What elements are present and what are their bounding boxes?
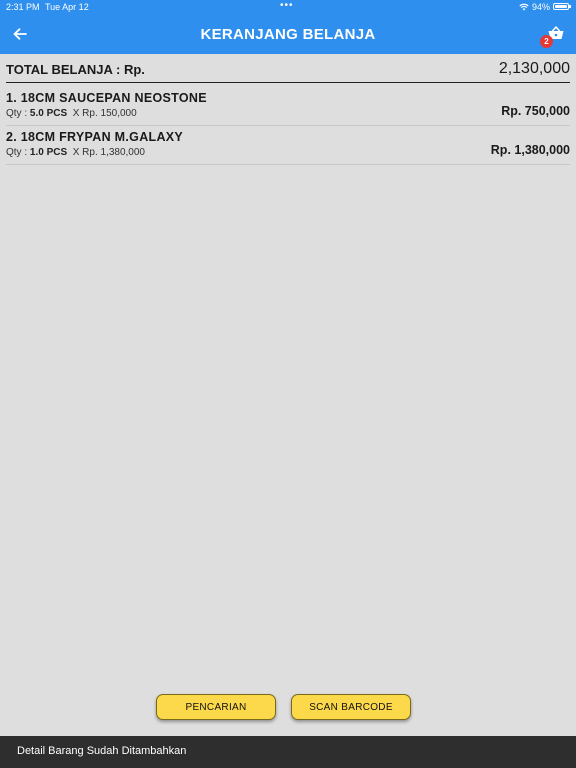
item-qty: Qty : 5.0 PCS X Rp. 150,000 xyxy=(6,108,137,119)
total-value: 2,130,000 xyxy=(498,60,570,77)
cart-item[interactable]: 1. 18CM SAUCEPAN NEOSTONE Qty : 5.0 PCS … xyxy=(6,86,570,126)
page-title: KERANJANG BELANJA xyxy=(200,26,376,43)
cart-count-badge: 2 xyxy=(540,35,553,48)
item-unit-price: X Rp. 1,380,000 xyxy=(72,147,145,158)
status-date: Tue Apr 12 xyxy=(45,2,89,12)
status-bar: 2:31 PM Tue Apr 12 ••• 94% xyxy=(0,0,576,16)
item-subtotal: Rp. 1,380,000 xyxy=(490,143,570,157)
total-row: TOTAL BELANJA : Rp. 2,130,000 xyxy=(6,58,570,83)
wifi-icon xyxy=(519,3,529,11)
snackbar-message: Detail Barang Sudah Ditambahkan xyxy=(17,745,187,757)
item-subtotal: Rp. 750,000 xyxy=(501,104,570,118)
scan-barcode-button[interactable]: SCAN BARCODE xyxy=(291,694,411,720)
item-name: 2. 18CM FRYPAN M.GALAXY xyxy=(6,130,184,144)
total-label: TOTAL BELANJA : Rp. xyxy=(6,62,145,77)
battery-icon xyxy=(553,3,571,10)
item-qty-value: 5.0 PCS xyxy=(29,108,68,119)
battery-percent: 94% xyxy=(532,2,551,12)
status-time: 2:31 PM xyxy=(6,2,40,12)
search-button[interactable]: PENCARIAN xyxy=(156,694,276,720)
snackbar: Detail Barang Sudah Ditambahkan xyxy=(0,736,576,768)
item-qty: Qty : 1.0 PCS X Rp. 1,380,000 xyxy=(6,147,145,158)
app-header: 2:31 PM Tue Apr 12 ••• 94% KERANJANG BEL… xyxy=(0,0,576,54)
multitasking-dots-icon[interactable]: ••• xyxy=(280,0,294,11)
item-name: 1. 18CM SAUCEPAN NEOSTONE xyxy=(6,91,207,105)
item-qty-value: 1.0 PCS xyxy=(29,147,68,158)
cart-button[interactable]: 2 xyxy=(540,24,568,48)
item-unit-price: X Rp. 150,000 xyxy=(72,108,137,119)
cart-item[interactable]: 2. 18CM FRYPAN M.GALAXY Qty : 1.0 PCS X … xyxy=(6,125,570,165)
